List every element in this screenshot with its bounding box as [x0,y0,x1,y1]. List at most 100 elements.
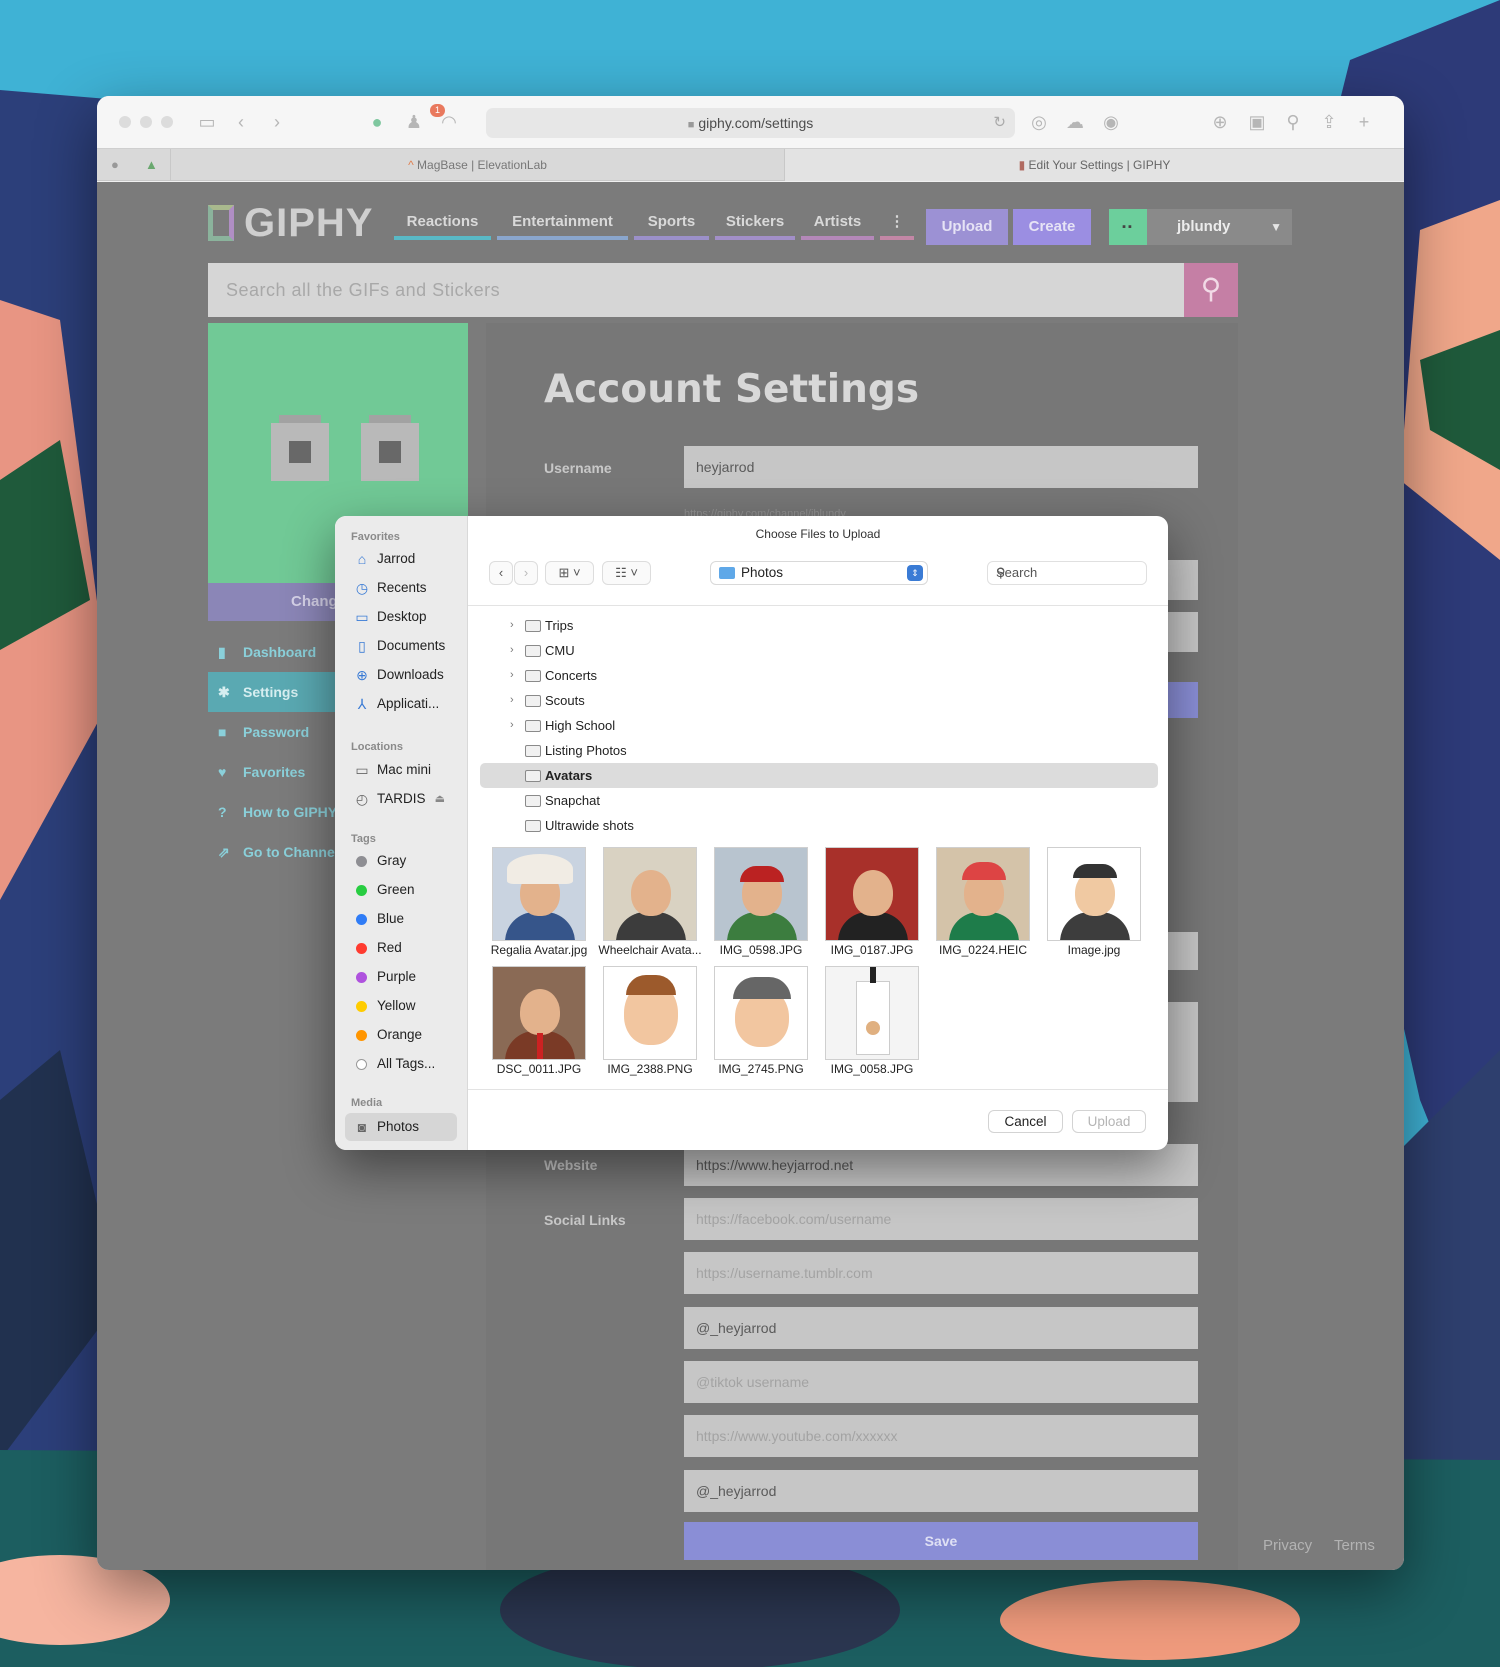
facebook-field[interactable]: https://facebook.com/username [684,1198,1198,1240]
stepper-icon: ⇕ [907,565,923,581]
external-link-icon: ⇗ [218,844,230,860]
sidebar-toggle-icon[interactable]: ▭ [195,110,219,134]
photo-thumbnail[interactable]: IMG_0187.JPG [820,847,924,957]
dialog-search-field[interactable]: ⚲ Search [987,561,1147,585]
social-links-label: Social Links [544,1212,626,1228]
photo-thumbnail[interactable]: IMG_0224.HEIC [931,847,1035,957]
address-bar[interactable]: ■ giphy.com/settings ↻ [486,108,1015,138]
photo-thumbnail[interactable]: DSC_0011.JPG [487,966,591,1076]
album-row-avatars[interactable]: Avatars [480,763,1158,788]
tag-yellow[interactable]: Yellow [345,992,457,1020]
sidebar-item-downloads[interactable]: ⊕ Downloads [345,661,457,689]
giphy-search-bar[interactable]: Search all the GIFs and Stickers ⚲ [208,263,1238,317]
photo-thumbnail[interactable]: Regalia Avatar.jpg [487,847,591,957]
tab-giphy-settings[interactable]: ▮ Edit Your Settings | GIPHY [785,149,1404,181]
album-row-snapchat[interactable]: Snapchat [480,788,1158,813]
website-label: Website [544,1157,598,1173]
folder-row-cmu[interactable]: › CMU [480,638,1158,663]
apple-pinned-tab-icon[interactable]: ● [111,157,119,172]
upload-button[interactable]: Upload [926,209,1008,245]
extension-grammarly-icon[interactable]: ● [365,110,389,134]
icon-view-toggle-icon[interactable]: ⊞ ˅ [545,561,594,585]
username-label: Username [544,460,612,476]
back-icon[interactable]: ‹ [229,110,253,134]
sidebar-item-applications[interactable]: ⅄ Applicati... [345,690,457,718]
sidebar-item-mac-mini[interactable]: ▭ Mac mini [345,756,457,784]
rss-icon[interactable]: ◠ [437,110,461,134]
instagram-field[interactable]: @_heyjarrod [684,1307,1198,1349]
forward-icon[interactable]: › [265,110,289,134]
media-header: Media [351,1097,383,1109]
chevron-down-icon: ▼ [1270,220,1282,234]
shield-icon[interactable]: ▣ [1245,110,1269,134]
tab-magbase[interactable]: ^ MagBase | ElevationLab [170,149,785,181]
extension-person-icon[interactable]: ♟ [402,110,426,134]
cancel-button[interactable]: Cancel [988,1110,1063,1133]
photo-thumbnail[interactable]: IMG_2388.PNG [598,966,702,1076]
twitter-field[interactable]: @_heyjarrod [684,1470,1198,1512]
nav-artists[interactable]: Artists [801,210,874,240]
upload-dialog-button[interactable]: Upload [1072,1110,1146,1133]
photo-thumbnail[interactable]: IMG_2745.PNG [709,966,813,1076]
folder-row-scouts[interactable]: › Scouts [480,688,1158,713]
tag-green[interactable]: Green [345,876,457,904]
sidebar-item-photos[interactable]: ◙ Photos [345,1113,457,1141]
website-field[interactable]: https://www.heyjarrod.net [684,1144,1198,1186]
tiktok-field[interactable]: @tiktok username [684,1361,1198,1403]
photo-thumbnail[interactable]: Wheelchair Avata... [598,847,702,957]
back-icon[interactable]: ‹ [489,561,513,585]
photo-thumbnail[interactable]: IMG_0058.JPG [820,966,924,1076]
tag-gray[interactable]: Gray [345,847,457,875]
giphy-logo[interactable]: GIPHY [208,201,373,245]
tumblr-field[interactable]: https://username.tumblr.com [684,1252,1198,1294]
terms-link[interactable]: Terms [1334,1537,1375,1554]
share-icon[interactable]: ⇪ [1317,110,1341,134]
privacy-link[interactable]: Privacy [1263,1537,1312,1554]
nav-entertainment[interactable]: Entertainment [497,210,628,240]
nav-sports[interactable]: Sports [634,210,709,240]
tag-blue[interactable]: Blue [345,905,457,933]
sidebar-item-tardis[interactable]: ◴ TARDIS ⏏ [345,785,457,813]
folder-row-high-school[interactable]: › High School [480,713,1158,738]
nav-stickers[interactable]: Stickers [715,210,795,240]
sidebar-item-documents[interactable]: ▯ Documents [345,632,457,660]
sidebar-item-desktop[interactable]: ▭ Desktop [345,603,457,631]
user-avatar: ▪▪ [1109,209,1147,245]
folder-row-trips[interactable]: › Trips [480,613,1158,638]
downloads-icon[interactable]: ⊕ [1208,110,1232,134]
user-menu[interactable]: ▪▪ jblundy ▼ [1109,209,1292,245]
reload-icon[interactable]: ↻ [993,108,1006,138]
cloud-icon[interactable]: ☁ [1063,110,1087,134]
sidebar-item-jarrod[interactable]: ⌂ Jarrod [345,545,457,573]
tag-purple[interactable]: Purple [345,963,457,991]
username-field[interactable]: heyjarrod [684,446,1198,488]
group-view-toggle-icon[interactable]: ☷ ˅ [602,561,651,585]
drive-pinned-tab-icon[interactable]: ▲ [145,157,158,172]
desktop-icon: ▭ [355,609,369,625]
album-row-ultrawide-shots[interactable]: Ultrawide shots [480,813,1158,838]
location-popup[interactable]: Photos ⇕ [710,561,928,585]
reader-icon[interactable]: ◎ [1027,110,1051,134]
create-button[interactable]: Create [1013,209,1091,245]
sidebar-item-recents[interactable]: ◷ Recents [345,574,457,602]
tag-all-tags[interactable]: All Tags... [345,1050,457,1078]
save-button[interactable]: Save [684,1522,1198,1560]
password-manager-icon[interactable]: ◉ [1099,110,1123,134]
folder-row-concerts[interactable]: › Concerts [480,663,1158,688]
link-icon[interactable]: ⚲ [1281,110,1305,134]
dialog-sidebar: Favorites ⌂ Jarrod ◷ Recents ▭ Desktop ▯ Doc… [335,516,468,1150]
youtube-field[interactable]: https://www.youtube.com/xxxxxx [684,1415,1198,1457]
nav-more-icon[interactable]: ⋮ [880,210,914,240]
tag-red[interactable]: Red [345,934,457,962]
forward-icon[interactable]: › [514,561,538,585]
lock-icon: ■ [687,119,695,131]
tag-orange[interactable]: Orange [345,1021,457,1049]
home-icon: ⌂ [357,551,367,567]
album-row-listing-photos[interactable]: Listing Photos [480,738,1158,763]
photo-thumbnail[interactable]: Image.jpg [1042,847,1146,957]
search-icon[interactable]: ⚲ [1184,263,1238,317]
photo-thumbnail[interactable]: IMG_0598.JPG [709,847,813,957]
new-tab-icon[interactable]: + [1352,110,1376,134]
window-controls[interactable] [119,116,173,128]
nav-reactions[interactable]: Reactions [394,210,491,240]
